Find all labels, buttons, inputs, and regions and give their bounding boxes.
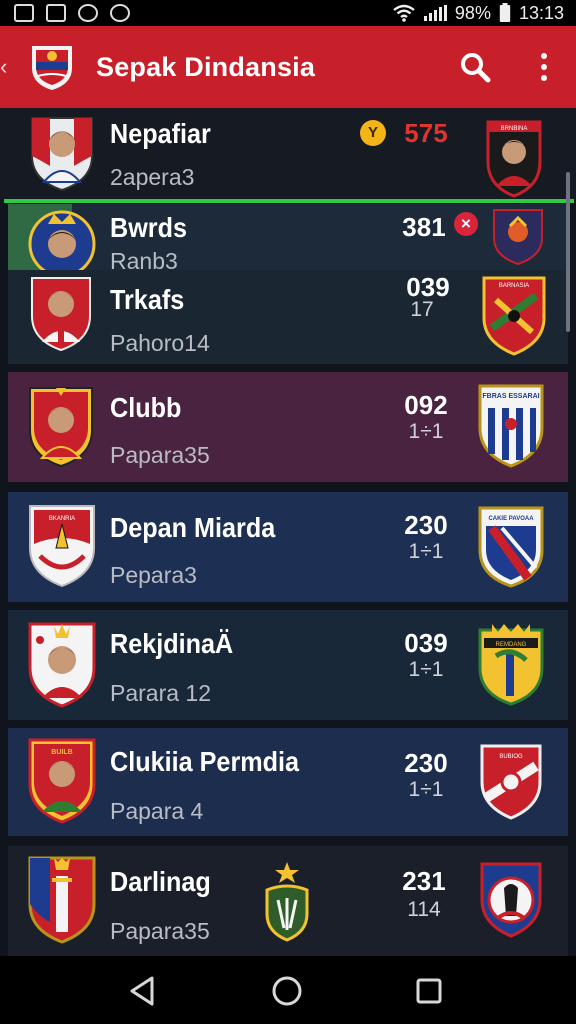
svg-text:BUBIOG: BUBIOG — [499, 754, 523, 760]
leaf-icon — [110, 4, 130, 22]
club-crest: BKANRIA — [29, 505, 95, 588]
more-vert-icon[interactable] — [530, 50, 558, 84]
club-score: 039 — [404, 628, 448, 658]
svg-text:BKANRIA: BKANRIA — [49, 516, 75, 522]
y-badge-icon: Y — [360, 120, 386, 146]
clock: 13:13 — [518, 2, 564, 23]
club-score-detail: 1÷1 — [408, 658, 444, 681]
refresh-indicator-line — [4, 199, 574, 203]
club-sub: Parara 12 — [110, 680, 212, 706]
battery-percent: 98% — [454, 2, 491, 23]
club-score: 230 — [404, 510, 448, 540]
club-sub: Pahoro14 — [110, 330, 210, 356]
club-name: Bwrds — [110, 212, 188, 243]
list-item[interactable]: Bwrds Ranb3 381 × — [8, 204, 568, 270]
club-score: 381 — [402, 212, 446, 242]
club-crest — [28, 210, 96, 270]
club-name: Trkafs — [110, 284, 185, 315]
opponent-crest: FBRAS ESSARAI — [478, 384, 544, 468]
club-score: 230 — [404, 748, 448, 778]
app-logo — [32, 46, 72, 90]
club-score: 231 — [402, 866, 446, 896]
search-icon[interactable] — [458, 50, 492, 84]
svg-text:FBRAS ESSARAI: FBRAS ESSARAI — [482, 393, 539, 400]
club-score-detail: 1÷1 — [408, 540, 444, 563]
list-item[interactable]: Nepafiar 2apera3 Y 575 BRNBINA — [0, 108, 576, 200]
club-list[interactable]: Nepafiar 2apera3 Y 575 BRNBINA Bwrds Ran… — [0, 108, 576, 956]
club-name: Clukiia Permdia — [110, 746, 300, 777]
club-crest: BUILB — [28, 738, 96, 824]
club-sub: Papara35 — [110, 918, 210, 944]
opponent-crest: BRNBINA — [486, 120, 542, 198]
compass-icon — [78, 4, 98, 22]
club-name: Depan Miarda — [110, 512, 276, 543]
club-score: 092 — [404, 390, 448, 420]
signal-icon — [423, 5, 447, 21]
close-badge-icon: × — [454, 212, 478, 236]
opponent-crest: REMDANG — [478, 624, 544, 706]
club-crest — [31, 277, 91, 352]
svg-text:BUILB: BUILB — [51, 749, 72, 756]
recents-icon[interactable] — [412, 974, 446, 1008]
list-item[interactable]: BUILB Clukiia Permdia Papara 4 230 1÷1 B… — [8, 728, 568, 836]
club-score-detail: 1÷1 — [408, 778, 444, 801]
opponent-crest: BUBIOG — [480, 744, 542, 820]
club-crest — [29, 387, 93, 468]
opponent-crest — [480, 862, 542, 938]
list-item[interactable]: Darlinag Papara35 231 114 — [8, 846, 568, 956]
club-name: Clubb — [110, 392, 182, 423]
club-sub: Pepara3 — [110, 562, 197, 588]
club-score: 575 — [404, 118, 448, 148]
club-score-detail: 1÷1 — [408, 420, 444, 443]
app-bar: ‹ Sepak Dindansia — [0, 26, 576, 108]
club-crest — [31, 117, 93, 192]
opponent-crest: BARNASIA — [482, 276, 546, 356]
battery-icon — [499, 3, 511, 22]
svg-text:CAKIE PAVOAA: CAKIE PAVOAA — [488, 516, 534, 522]
club-sub: Papara 4 — [110, 798, 204, 824]
svg-text:BRNBINA: BRNBINA — [501, 126, 528, 132]
club-sub: 2apera3 — [110, 164, 195, 190]
star-shield-icon — [265, 862, 309, 942]
list-item[interactable]: RekjdinaÄ Parara 12 039 1÷1 REMDANG — [8, 610, 568, 720]
app-title: Sepak Dindansia — [96, 52, 316, 82]
svg-text:REMDANG: REMDANG — [496, 642, 527, 648]
club-name: Darlinag — [110, 866, 211, 897]
list-item[interactable]: Trkafs Pahoro14 039 17 BARNASIA — [8, 270, 568, 364]
opponent-crest: CAKIE PAVOAA — [478, 506, 544, 588]
wifi-icon — [393, 4, 415, 22]
scrollbar[interactable] — [566, 172, 570, 332]
club-crest — [28, 622, 96, 708]
club-sub: Ranb3 — [110, 248, 178, 270]
list-item[interactable]: BKANRIA Depan Miarda Pepara3 230 1÷1 CAK… — [8, 492, 568, 602]
back-icon[interactable] — [126, 974, 160, 1008]
club-score-detail: 17 — [410, 298, 434, 321]
image-icon — [14, 4, 34, 22]
club-sub: Papara35 — [110, 442, 210, 468]
club-crest — [28, 856, 96, 944]
list-item[interactable]: Clubb Papara35 092 1÷1 FBRAS ESSARAI — [8, 372, 568, 482]
status-bar: 98% 13:13 — [0, 0, 576, 26]
club-name: RekjdinaÄ — [110, 628, 234, 659]
opponent-crest — [493, 209, 543, 266]
svg-text:BARNASIA: BARNASIA — [499, 283, 529, 289]
club-name: Nepafiar — [110, 118, 211, 149]
club-score-detail: 114 — [407, 898, 441, 921]
gallery-icon — [46, 4, 66, 22]
home-icon[interactable] — [270, 974, 304, 1008]
navigation-bar — [0, 956, 576, 1024]
back-chevron-icon[interactable]: ‹ — [0, 54, 7, 80]
